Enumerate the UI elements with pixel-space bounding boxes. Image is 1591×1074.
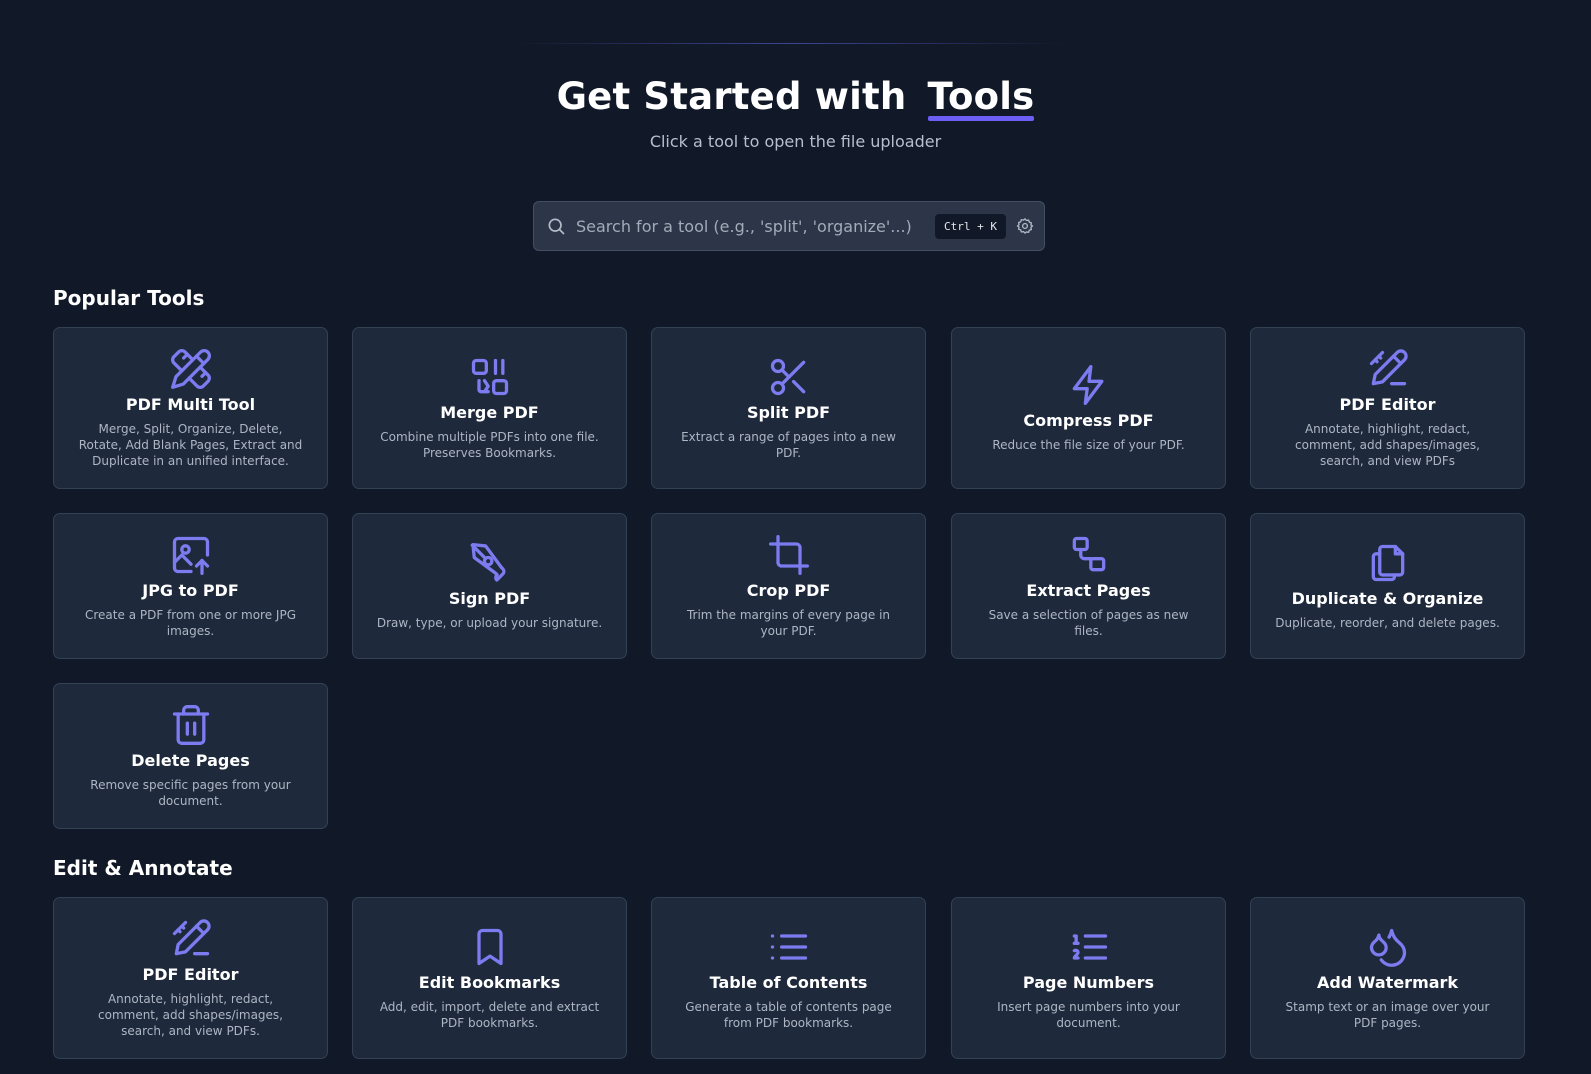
gear-icon[interactable]: [1016, 217, 1034, 235]
search-input[interactable]: [576, 216, 936, 236]
tool-name: Crop PDF: [746, 581, 831, 600]
tool-name: Page Numbers: [1022, 973, 1155, 992]
droplets-icon: [1366, 925, 1410, 969]
tool-description: Draw, type, or upload your signature.: [376, 616, 603, 630]
tool-name: Compress PDF: [1023, 411, 1154, 430]
pen-nib-icon: [468, 541, 512, 585]
tool-description: Merge, Split, Organize, Delete, Rotate, …: [78, 422, 303, 468]
tool-card-merge-pdf[interactable]: Merge PDF Combine multiple PDFs into one…: [352, 327, 627, 489]
tool-card-pdf-multi-tool[interactable]: PDF Multi Tool Merge, Split, Organize, D…: [53, 327, 328, 489]
tool-description: Reduce the file size of your PDF.: [992, 438, 1185, 452]
tool-card-pdf-editor[interactable]: PDF Editor Annotate, highlight, redact, …: [1250, 327, 1525, 489]
tool-name: PDF Editor: [1339, 395, 1436, 414]
tool-description: Stamp text or an image over your PDF pag…: [1285, 1000, 1490, 1030]
lightning-icon: [1067, 363, 1111, 407]
tool-name: Duplicate & Organize: [1291, 589, 1484, 608]
tool-description: Insert page numbers into your document.: [997, 1000, 1180, 1030]
extract-icon: [1067, 533, 1111, 577]
tool-card-add-watermark[interactable]: Add Watermark Stamp text or an image ove…: [1250, 897, 1525, 1059]
tool-description: Combine multiple PDFs into one file. Pre…: [380, 430, 599, 460]
merge-icon: [468, 355, 512, 399]
search-icon: [548, 218, 565, 235]
tool-name: PDF Multi Tool: [125, 395, 256, 414]
tool-description: Duplicate, reorder, and delete pages.: [1275, 616, 1500, 630]
tool-name: Merge PDF: [440, 403, 539, 422]
tool-card-compress-pdf[interactable]: Compress PDF Reduce the file size of you…: [951, 327, 1226, 489]
tool-card-duplicate-organize[interactable]: Duplicate & Organize Duplicate, reorder,…: [1250, 513, 1525, 659]
tool-name: Sign PDF: [448, 589, 531, 608]
tool-description: Annotate, highlight, redact, comment, ad…: [98, 992, 283, 1038]
pen-ruler-icon: [169, 917, 213, 961]
tool-description: Generate a table of contents page from P…: [685, 1000, 892, 1030]
title-prefix: Get Started with: [556, 75, 907, 118]
tool-card-page-numbers[interactable]: Page Numbers Insert page numbers into yo…: [951, 897, 1226, 1059]
tool-name: Extract Pages: [1026, 581, 1151, 600]
crop-icon: [767, 533, 811, 577]
image-upload-icon: [169, 533, 213, 577]
top-divider: [510, 43, 1070, 44]
section-title-popular: Popular Tools: [53, 286, 205, 310]
shortcut-badge: Ctrl + K: [935, 213, 1006, 239]
section-title-edit: Edit & Annotate: [53, 856, 233, 880]
tool-name: Split PDF: [746, 403, 831, 422]
tool-card-jpg-to-pdf[interactable]: JPG to PDF Create a PDF from one or more…: [53, 513, 328, 659]
hero: Get Started with Tools Click a tool to o…: [0, 72, 1591, 151]
tool-description: Remove specific pages from your document…: [90, 778, 291, 808]
page-title: Get Started with Tools: [557, 72, 1035, 122]
scissors-icon: [767, 355, 811, 399]
tool-description: Trim the margins of every page in your P…: [686, 608, 891, 638]
tool-card-split-pdf[interactable]: Split PDF Extract a range of pages into …: [651, 327, 926, 489]
tool-name: PDF Editor: [142, 965, 239, 984]
numbered-list-icon: [1067, 925, 1111, 969]
tool-card-table-of-contents[interactable]: Table of Contents Generate a table of co…: [651, 897, 926, 1059]
tool-card-sign-pdf[interactable]: Sign PDF Draw, type, or upload your sign…: [352, 513, 627, 659]
tool-description: Add, edit, import, delete and extract PD…: [379, 1000, 600, 1030]
tool-name: Delete Pages: [131, 751, 250, 770]
tool-name: Table of Contents: [709, 973, 868, 992]
tool-search-bar[interactable]: Ctrl + K: [533, 201, 1045, 251]
tool-name: JPG to PDF: [142, 581, 239, 600]
copy-icon: [1366, 541, 1410, 585]
tools-page: Get Started with Tools Click a tool to o…: [0, 0, 1591, 1074]
tool-description: Create a PDF from one or more JPG images…: [85, 608, 296, 638]
tool-description: Save a selection of pages as new files.: [988, 608, 1189, 638]
tool-name: Edit Bookmarks: [418, 973, 561, 992]
tool-card-edit-bookmarks[interactable]: Edit Bookmarks Add, edit, import, delete…: [352, 897, 627, 1059]
tool-card-extract-pages[interactable]: Extract Pages Save a selection of pages …: [951, 513, 1226, 659]
tool-description: Extract a range of pages into a new PDF.: [681, 430, 896, 460]
pen-ruler-icon: [1366, 347, 1410, 391]
tool-name: Add Watermark: [1316, 973, 1459, 992]
pencil-ruler-icon: [169, 347, 213, 391]
page-subtitle: Click a tool to open the file uploader: [649, 132, 942, 151]
tool-card-crop-pdf[interactable]: Crop PDF Trim the margins of every page …: [651, 513, 926, 659]
list-icon: [767, 925, 811, 969]
tool-description: Annotate, highlight, redact, comment, ad…: [1295, 422, 1480, 468]
trash-icon: [169, 703, 213, 747]
bookmark-icon: [468, 925, 512, 969]
tool-card-delete-pages[interactable]: Delete Pages Remove specific pages from …: [53, 683, 328, 829]
title-accent: Tools: [927, 72, 1035, 122]
tool-card-pdf-editor-edit[interactable]: PDF Editor Annotate, highlight, redact, …: [53, 897, 328, 1059]
